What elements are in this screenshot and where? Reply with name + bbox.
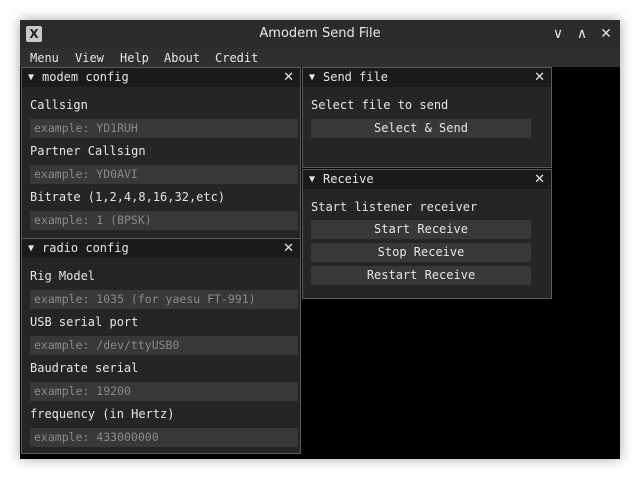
- callsign-label: Callsign: [30, 98, 88, 112]
- callsign-input[interactable]: [30, 119, 298, 138]
- send-file-header[interactable]: ▼ Send file ✕: [303, 68, 551, 87]
- partner-callsign-label: Partner Callsign: [30, 144, 146, 158]
- collapse-arrow-icon[interactable]: ▼: [309, 170, 315, 189]
- close-icon[interactable]: ✕: [283, 239, 294, 258]
- baudrate-label: Baudrate serial: [30, 361, 139, 375]
- rig-model-label: Rig Model: [30, 269, 96, 283]
- minimize-icon[interactable]: ∨: [548, 24, 568, 44]
- close-icon[interactable]: ✕: [283, 68, 294, 87]
- close-icon[interactable]: ✕: [534, 68, 545, 87]
- modem-config-header[interactable]: ▼ modem config ✕: [22, 68, 300, 87]
- stop-receive-button[interactable]: Stop Receive: [311, 243, 531, 262]
- select-and-send-button[interactable]: Select & Send: [311, 119, 531, 138]
- send-file-panel: ▼ Send file ✕ Select file to send Select…: [302, 67, 552, 168]
- bitrate-input[interactable]: [30, 211, 298, 230]
- panel-title: radio config: [42, 241, 129, 255]
- menu-bar: Menu View Help About Credit: [20, 48, 620, 67]
- app-window: X Amodem Send File ∨ ∧ ✕ Menu View Help …: [20, 20, 620, 459]
- frequency-input[interactable]: [30, 428, 298, 447]
- menu-item-view[interactable]: View: [75, 48, 104, 67]
- modem-config-panel: ▼ modem config ✕ Callsign Partner Callsi…: [21, 67, 301, 239]
- usb-serial-port-input[interactable]: [30, 336, 298, 355]
- usb-serial-port-label: USB serial port: [30, 315, 139, 329]
- collapse-arrow-icon[interactable]: ▼: [309, 68, 315, 87]
- menu-item-credit[interactable]: Credit: [215, 48, 258, 67]
- radio-config-header[interactable]: ▼ radio config ✕: [22, 239, 300, 258]
- bitrate-label: Bitrate (1,2,4,8,16,32,etc): [30, 190, 226, 204]
- panel-title: Receive: [323, 172, 374, 186]
- panel-title: modem config: [42, 70, 129, 84]
- panel-title: Send file: [323, 70, 389, 84]
- frequency-label: frequency (in Hertz): [30, 407, 175, 421]
- receive-header[interactable]: ▼ Receive ✕: [303, 170, 551, 189]
- partner-callsign-input[interactable]: [30, 165, 298, 184]
- maximize-icon[interactable]: ∧: [572, 24, 592, 44]
- select-file-prompt: Select file to send: [311, 98, 449, 112]
- receiver-prompt: Start listener receiver: [311, 200, 478, 214]
- receive-panel: ▼ Receive ✕ Start listener receiver Star…: [302, 169, 552, 299]
- restart-receive-button[interactable]: Restart Receive: [311, 266, 531, 285]
- window-title: Amodem Send File: [259, 26, 381, 41]
- collapse-arrow-icon[interactable]: ▼: [28, 68, 34, 87]
- collapse-arrow-icon[interactable]: ▼: [28, 239, 34, 258]
- close-icon[interactable]: ✕: [596, 24, 616, 44]
- radio-config-panel: ▼ radio config ✕ Rig Model USB serial po…: [21, 238, 301, 454]
- start-receive-button[interactable]: Start Receive: [311, 220, 531, 239]
- menu-item-help[interactable]: Help: [120, 48, 149, 67]
- rig-model-input[interactable]: [30, 290, 298, 309]
- baudrate-input[interactable]: [30, 382, 298, 401]
- menu-item-about[interactable]: About: [164, 48, 200, 67]
- close-icon[interactable]: ✕: [534, 170, 545, 189]
- title-bar[interactable]: X Amodem Send File ∨ ∧ ✕: [20, 20, 620, 48]
- menu-item-menu[interactable]: Menu: [30, 48, 59, 67]
